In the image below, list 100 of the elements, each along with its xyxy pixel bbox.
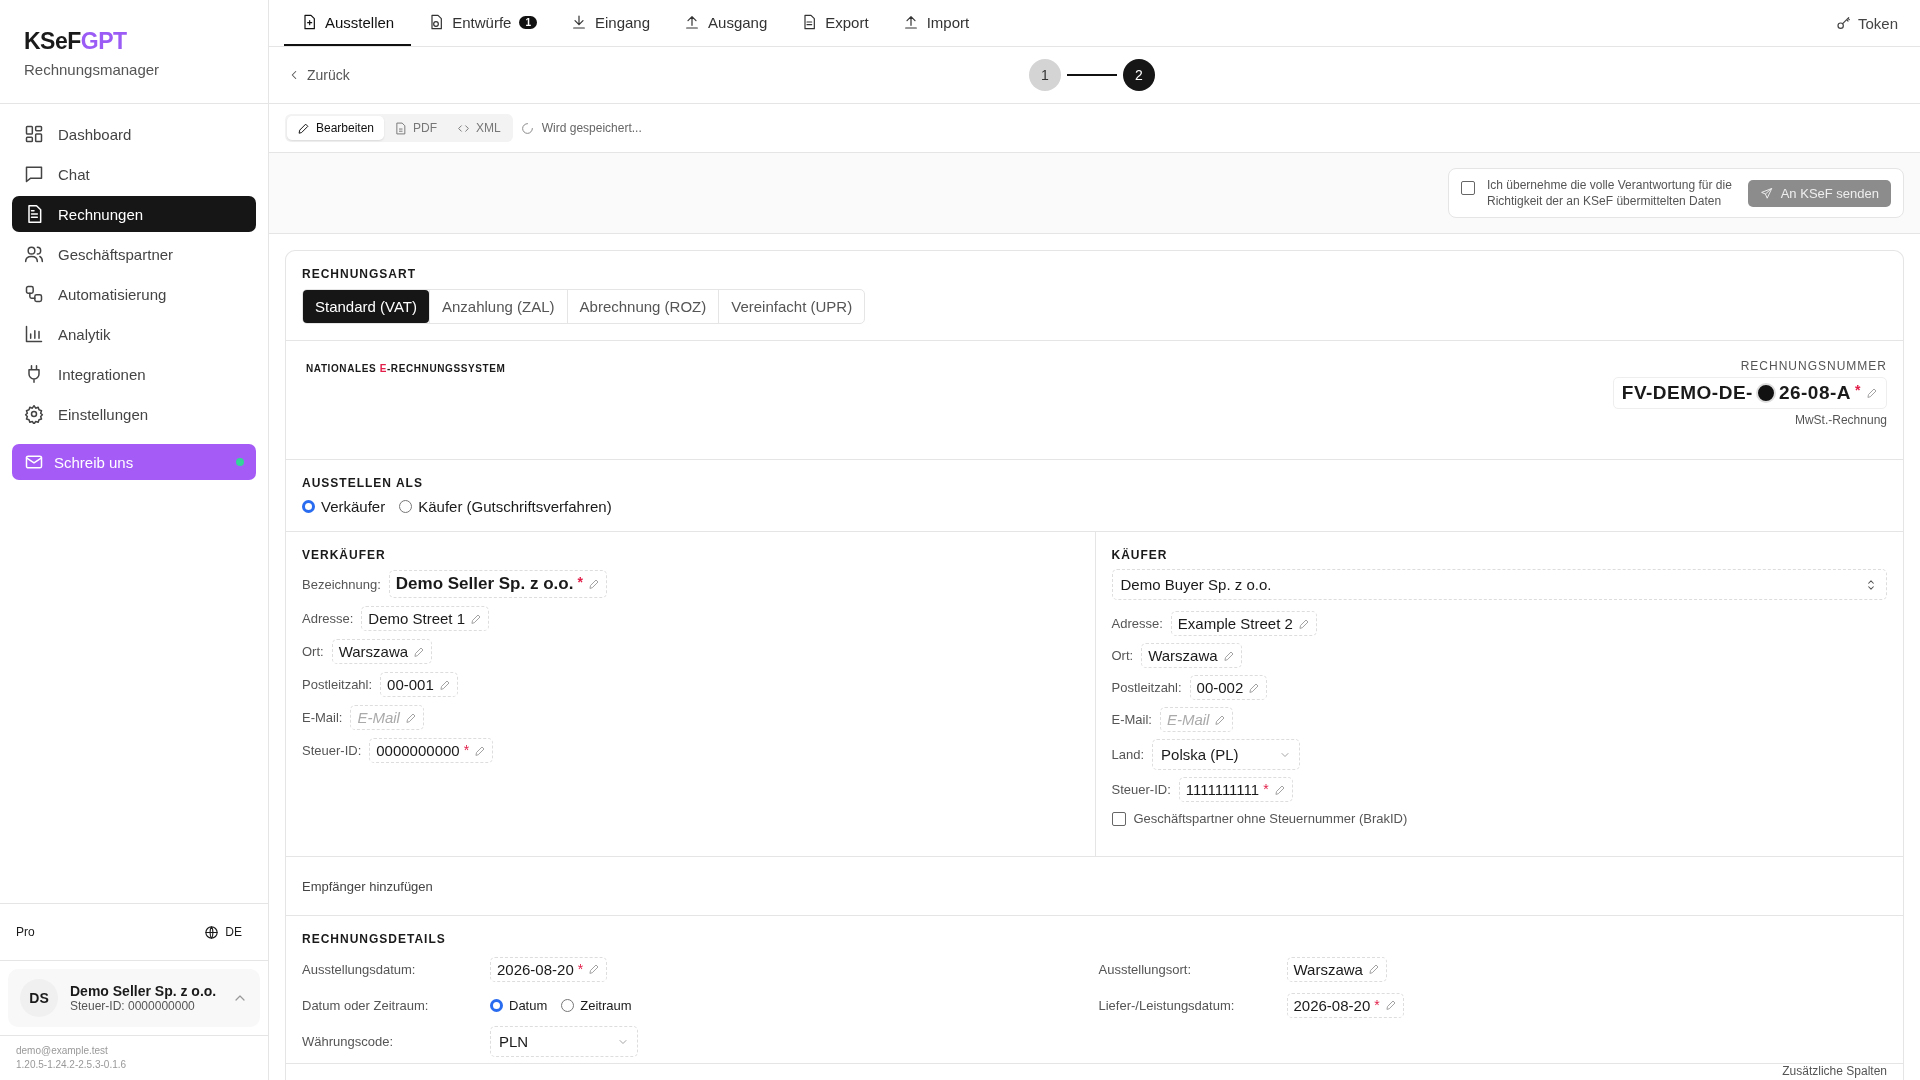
token-link[interactable]: Token [1835, 0, 1898, 46]
cursor-dot [1755, 383, 1776, 403]
radio-button[interactable] [302, 500, 315, 513]
checkbox[interactable] [1111, 811, 1126, 826]
input-field[interactable]: 2026-08-20 * [490, 956, 608, 982]
required-mark: * [1374, 996, 1380, 1013]
nav-tab[interactable]: Ausstellen [284, 0, 412, 46]
field-label: Währungscode: [302, 1034, 395, 1049]
view-mode-button[interactable]: Bearbeiten [287, 116, 385, 140]
field-label: Liefer-/Leistungsdatum: [1098, 997, 1236, 1013]
section-heading: VERKÄUFER [302, 548, 387, 562]
invoice-type-tab[interactable]: Standard (VAT) [303, 290, 429, 323]
input-field[interactable]: 00-001 [380, 672, 458, 697]
required-mark: * [1855, 382, 1861, 398]
input-field[interactable]: 00-002 [1189, 675, 1268, 700]
extra-columns-link[interactable]: Zusätzliche Spalten [1782, 1064, 1887, 1078]
bar-chart-icon [24, 324, 44, 344]
users-icon [24, 244, 44, 264]
field-label: Ausstellungsdatum: [302, 961, 417, 977]
pencil-icon [1866, 387, 1878, 399]
view-mode-button[interactable]: PDF [384, 116, 448, 140]
account-email: demo@example.test [16, 1044, 109, 1058]
dashboard-icon [24, 124, 44, 144]
input-field[interactable]: Demo Street 1 [361, 606, 490, 631]
nav-tab[interactable]: Import [885, 0, 987, 46]
pencil-icon [474, 744, 487, 757]
workflow-icon [24, 284, 44, 304]
invoice-type-tab[interactable]: Vereinfacht (UPR) [718, 290, 865, 323]
input-field[interactable]: Warszawa [1286, 956, 1387, 982]
invoice-type-tab[interactable]: Abrechnung (ROZ) [566, 290, 719, 323]
input-field[interactable]: PLN [490, 1026, 638, 1057]
document-plus-icon [301, 14, 317, 30]
partner-select[interactable]: Demo Buyer Sp. z o.o. [1111, 569, 1887, 600]
upload-icon [684, 14, 701, 30]
field-label: Bezeichnung: [302, 576, 381, 592]
input-field[interactable]: Demo Seller Sp. z o.o. * [388, 570, 607, 598]
pencil-icon [1214, 713, 1227, 726]
invoice-type-tab[interactable]: Anzahlung (ZAL) [429, 290, 567, 323]
field-label: Ort: [1111, 648, 1134, 663]
view-mode-button[interactable]: XML [447, 116, 511, 140]
section-heading: RECHNUNGSDETAILS [302, 932, 447, 946]
mail-icon [24, 452, 44, 472]
nav-tab[interactable]: Ausgang [667, 0, 785, 46]
field-label: Ausstellungsort: [1098, 961, 1192, 977]
spinner-icon [520, 121, 534, 135]
input-field[interactable]: Example Street 2 [1170, 611, 1317, 636]
settings-icon [24, 404, 44, 424]
save-status: Wird gespeichert... [541, 121, 642, 135]
sidebar-item[interactable]: Einstellungen [12, 396, 256, 432]
sidebar-item[interactable]: Geschäftspartner [12, 236, 256, 272]
account-card[interactable]: DS Demo Seller Sp. z o.o. Steuer-ID: 0000000000 [8, 969, 260, 1027]
radio-button[interactable] [399, 500, 413, 513]
sidebar-item[interactable]: Chat [12, 156, 256, 192]
pencil-icon [1384, 999, 1397, 1011]
input-field[interactable]: Polska (PL) [1152, 739, 1301, 770]
invoice-number-field[interactable]: FV-DEMO-DE- 26-08-A * [1612, 377, 1887, 409]
field-label: Adresse: [1111, 616, 1163, 631]
sidebar-item[interactable]: Analytik [12, 316, 256, 352]
section-heading: AUSSTELLEN ALS [302, 476, 424, 490]
input-field[interactable]: 2026-08-20 * [1286, 992, 1404, 1018]
back-link[interactable]: Zurück [287, 67, 350, 83]
radio-button[interactable] [490, 998, 503, 1012]
avatar: DS [20, 979, 58, 1017]
add-recipient-link[interactable]: Empfänger hinzufügen [302, 879, 433, 894]
pencil-icon [470, 612, 483, 625]
sidebar-item[interactable]: Automatisierung [12, 276, 256, 312]
pencil-icon [1248, 681, 1261, 694]
radio-label: Verkäufer [321, 498, 386, 515]
nav-tab[interactable]: Eingang [554, 0, 668, 46]
key-icon [1835, 15, 1852, 31]
language-menu[interactable]: DE [204, 924, 242, 940]
field-label: Steuer-ID: [1111, 782, 1171, 797]
sidebar-item[interactable]: Dashboard [12, 116, 256, 152]
pencil-icon [1297, 617, 1310, 630]
field-label: Datum oder Zeitraum: [302, 997, 430, 1013]
pencil-icon [1367, 963, 1380, 975]
input-field[interactable]: Warszawa [1141, 643, 1242, 668]
document-clock-icon [428, 14, 445, 30]
nav-tab[interactable]: Entwürfe 1 [411, 0, 554, 46]
version-text: 1.20.5-1.24.2-2.5.3-0.1.6 [16, 1058, 128, 1072]
input-field[interactable]: 1111111111 * [1178, 777, 1293, 802]
field-label: Steuer-ID: [302, 743, 362, 758]
invoice-number-label: RECHNUNGSNUMMER [1740, 359, 1887, 373]
sidebar-item[interactable]: Integrationen [12, 356, 256, 392]
field-label: E-Mail: [302, 710, 343, 725]
pencil-icon [588, 963, 601, 975]
sidebar-item[interactable]: Rechnungen [12, 196, 256, 232]
contact-button[interactable]: Schreib uns [12, 444, 256, 480]
pencil-icon [1222, 649, 1235, 662]
input-field[interactable]: Warszawa [331, 639, 433, 664]
required-mark: * [577, 960, 584, 977]
nav-tab[interactable]: Export [784, 0, 886, 46]
pencil-icon [1273, 783, 1286, 796]
step-indicator: 2 [1123, 59, 1155, 91]
count-badge: 1 [519, 15, 537, 29]
plan-label: Pro [16, 925, 35, 939]
required-mark: * [463, 742, 470, 758]
radio-button[interactable] [561, 998, 575, 1012]
input-field[interactable]: 0000000000 * [369, 738, 494, 763]
field-label: E-Mail: [1111, 712, 1152, 727]
